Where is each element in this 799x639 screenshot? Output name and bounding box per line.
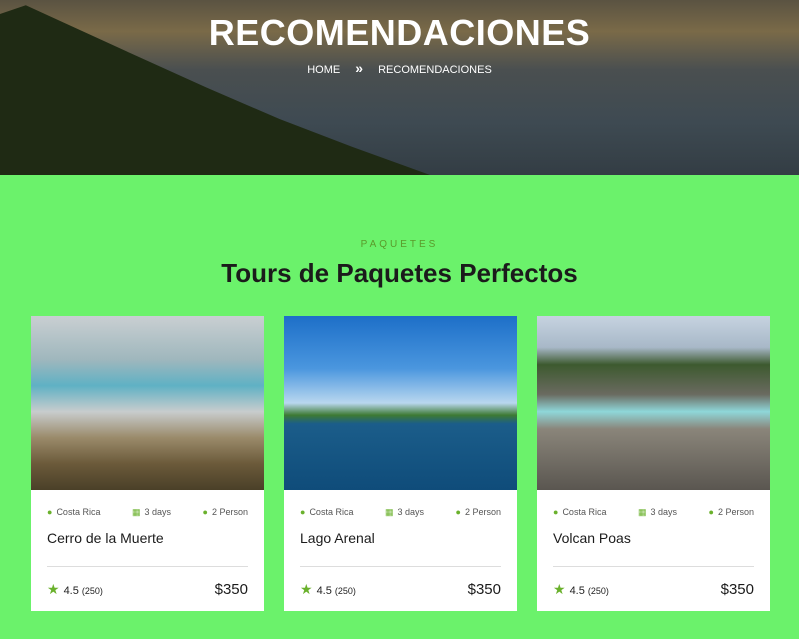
calendar-icon: ▦ — [637, 507, 647, 517]
map-marker-icon: ● — [553, 507, 559, 517]
location: ● Costa Rica — [300, 507, 354, 517]
tour-card[interactable]: ● Costa Rica ▦ 3 days ● 2 Person Volcan Poa… — [537, 316, 770, 611]
tour-name[interactable]: Volcan Poas — [537, 518, 770, 556]
breadcrumb: HOME » RECOMENDACIONES — [0, 60, 799, 76]
price: $350 — [720, 581, 754, 598]
breadcrumb-home[interactable]: HOME — [307, 64, 340, 76]
calendar-icon: ▦ — [131, 507, 141, 517]
price: $350 — [214, 581, 248, 598]
location: ● Costa Rica — [47, 507, 101, 517]
chevron-double-right-icon: » — [355, 60, 364, 76]
section-title: Tours de Paquetes Perfectos — [221, 258, 578, 288]
duration: ▦ 3 days — [384, 507, 425, 517]
tour-name[interactable]: Cerro de la Muerte — [31, 518, 264, 556]
location: ● Costa Rica — [553, 507, 607, 517]
tour-card[interactable]: ● Costa Rica ▦ 3 days ● 2 Person Lago Arena… — [284, 316, 517, 611]
tour-name[interactable]: Lago Arenal — [284, 518, 517, 556]
people: ● 2 Person — [202, 507, 248, 517]
duration: ▦ 3 days — [131, 507, 172, 517]
tour-image[interactable] — [31, 316, 264, 490]
duration: ▦ 3 days — [637, 507, 678, 517]
section-subtitle: PAQUETES — [360, 239, 439, 250]
calendar-icon: ▦ — [384, 507, 394, 517]
breadcrumb-current: RECOMENDACIONES — [378, 64, 492, 76]
user-icon: ● — [455, 507, 461, 517]
user-icon: ● — [708, 507, 714, 517]
rating: ★ 4.5 (250) — [300, 581, 356, 597]
price: $350 — [467, 581, 501, 598]
tour-image[interactable] — [284, 316, 517, 490]
map-marker-icon: ● — [300, 507, 306, 517]
page-title: RECOMENDACIONES — [208, 12, 591, 53]
people: ● 2 Person — [708, 507, 754, 517]
rating: ★ 4.5 (250) — [553, 581, 609, 597]
people: ● 2 Person — [455, 507, 501, 517]
map-marker-icon: ● — [47, 507, 53, 517]
rating: ★ 4.5 (250) — [47, 581, 103, 597]
star-icon: ★ — [47, 581, 60, 597]
star-icon: ★ — [553, 581, 566, 597]
hero-banner: RECOMENDACIONES HOME » RECOMENDACIONES — [0, 0, 799, 175]
tour-card[interactable]: ● Costa Rica ▦ 3 days ● 2 Person Cerro de l… — [31, 316, 264, 611]
star-icon: ★ — [300, 581, 313, 597]
tour-image[interactable] — [537, 316, 770, 490]
user-icon: ● — [202, 507, 208, 517]
